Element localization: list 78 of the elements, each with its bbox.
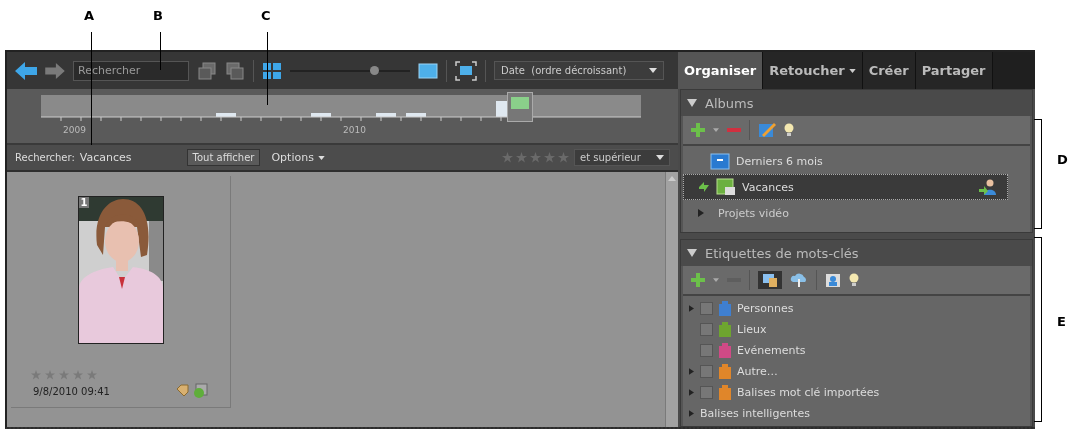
- album-item[interactable]: Vacances: [683, 174, 1008, 200]
- large-thumbnail-icon[interactable]: [418, 62, 438, 79]
- album-item[interactable]: Projets vidéo: [683, 200, 1008, 226]
- keyword-category[interactable]: Personnes: [737, 302, 794, 315]
- callout-letter: E: [1057, 314, 1066, 329]
- year-label: 2009: [63, 125, 86, 135]
- add-icon[interactable]: [691, 123, 705, 137]
- photo-number-badge: 1: [78, 197, 90, 208]
- panel-title: Etiquettes de mots-clés: [705, 245, 859, 261]
- star-icon[interactable]: [530, 152, 541, 163]
- caret-icon: [656, 155, 664, 160]
- keyword-category[interactable]: Balises mot clé importées: [737, 386, 880, 399]
- caret-icon: [649, 68, 657, 73]
- grid-view-icon[interactable]: [262, 61, 282, 80]
- expand-triangle-icon[interactable]: [689, 389, 694, 396]
- search-field[interactable]: Rechercher: [73, 60, 189, 81]
- keyword-category[interactable]: Autre…: [737, 365, 778, 378]
- timeline-marker[interactable]: [507, 92, 533, 122]
- lightbulb-icon[interactable]: [849, 273, 859, 287]
- back-arrow-icon[interactable]: [15, 61, 37, 80]
- rating-filter-dropdown[interactable]: et supérieur: [574, 149, 670, 166]
- keyword-category[interactable]: Lieux: [737, 323, 767, 336]
- panel-title: Albums: [705, 95, 754, 111]
- expand-triangle-icon[interactable]: [689, 305, 694, 312]
- fullscreen-icon[interactable]: [455, 60, 477, 81]
- callout-letter: A: [84, 8, 95, 23]
- star-icon[interactable]: [544, 152, 555, 163]
- portrait-icon[interactable]: [825, 272, 841, 288]
- smart-album-icon: [710, 152, 730, 170]
- scroll-up-arrow-icon[interactable]: [668, 176, 676, 181]
- collapse-triangle-icon[interactable]: [687, 99, 697, 107]
- star-icon[interactable]: [502, 152, 513, 163]
- callout-letter: C: [261, 8, 271, 23]
- search-query: Vacances: [79, 151, 132, 164]
- photo-date: 9/8/2010 09:41: [33, 385, 111, 397]
- lightbulb-icon[interactable]: [784, 123, 794, 137]
- workspace-tab[interactable]: Créer: [862, 52, 916, 89]
- edit-icon[interactable]: [758, 122, 776, 138]
- star-icon[interactable]: [516, 152, 527, 163]
- star-icon[interactable]: [59, 370, 69, 380]
- thumbnail-size-slider[interactable]: [290, 65, 410, 76]
- keyword-category[interactable]: Balises intelligentes: [700, 407, 810, 420]
- tag-view-button[interactable]: [758, 271, 782, 289]
- show-all-button[interactable]: Tout afficher: [186, 149, 261, 166]
- star-icon[interactable]: [558, 152, 569, 163]
- callout-letter: D: [1057, 152, 1068, 167]
- expand-triangle-icon[interactable]: [698, 209, 704, 217]
- checkbox[interactable]: [700, 386, 713, 399]
- checkbox[interactable]: [700, 344, 713, 357]
- keyword-category[interactable]: Evénements: [737, 344, 806, 357]
- callout-letter: B: [153, 8, 163, 23]
- star-icon[interactable]: [31, 370, 41, 380]
- star-icon[interactable]: [73, 370, 83, 380]
- cloud-icon[interactable]: [790, 273, 808, 287]
- workspace-tab[interactable]: Organiser: [678, 52, 764, 89]
- year-label: 2010: [343, 125, 366, 135]
- search-label: Rechercher:: [15, 152, 75, 163]
- vertical-scrollbar[interactable]: [665, 172, 678, 427]
- options-menu[interactable]: Options: [271, 151, 325, 164]
- caret-icon[interactable]: [713, 128, 719, 132]
- checkbox[interactable]: [700, 323, 713, 336]
- leader-line: [160, 32, 161, 70]
- album-item[interactable]: Derniers 6 mois: [683, 148, 1008, 174]
- workspace-tab[interactable]: Retoucher: [763, 52, 863, 89]
- add-icon[interactable]: [691, 273, 705, 287]
- star-icon[interactable]: [45, 370, 55, 380]
- caret-icon: [317, 155, 325, 160]
- star-icon[interactable]: [87, 370, 97, 380]
- sort-dropdown[interactable]: Date (ordre décroissant): [494, 61, 664, 80]
- collapse-triangle-icon[interactable]: [687, 249, 697, 257]
- checkbox[interactable]: [700, 365, 713, 378]
- checkbox[interactable]: [700, 302, 713, 315]
- workspace-tab[interactable]: Partager: [915, 52, 993, 89]
- expand-triangle-icon[interactable]: [689, 368, 694, 375]
- caret-icon[interactable]: [713, 278, 719, 282]
- forward-arrow-icon[interactable]: [45, 62, 65, 79]
- expand-triangle-icon[interactable]: [689, 410, 694, 417]
- tag-icon: [176, 384, 190, 398]
